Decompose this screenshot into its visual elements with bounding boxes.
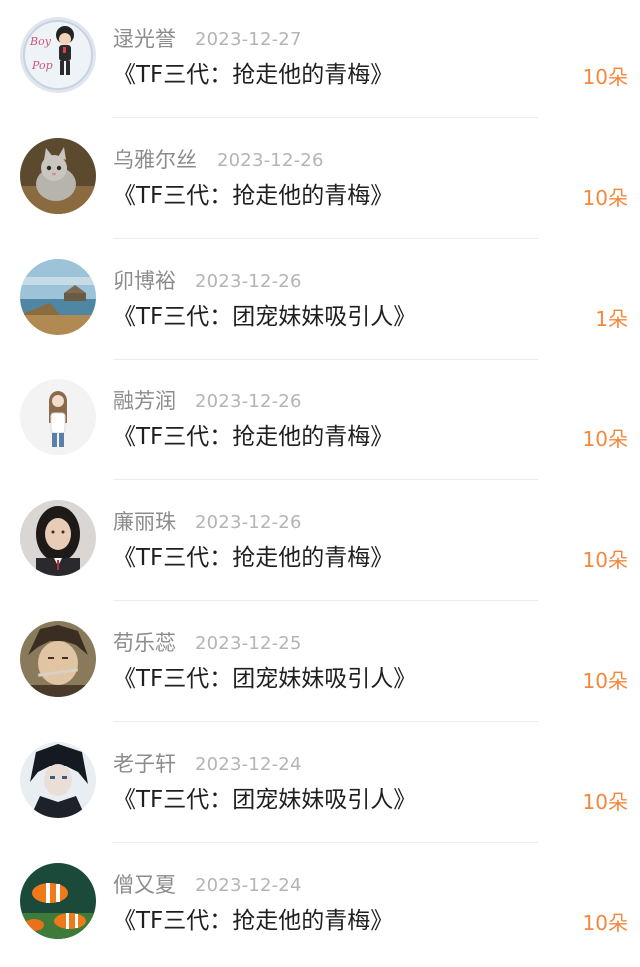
svg-text:Boy: Boy [29, 35, 52, 48]
divider [113, 359, 538, 360]
gift-date: 2023-12-26 [195, 391, 302, 412]
gift-date: 2023-12-26 [195, 512, 302, 533]
user-name[interactable]: 卯博裕 [113, 268, 176, 294]
list-item[interactable]: 老子轩 2023-12-24 《TF三代：团宠妹妹吸引人》 10朵 [0, 725, 640, 846]
divider [113, 600, 538, 601]
flower-count: 10朵 [582, 790, 628, 814]
user-name[interactable]: 老子轩 [113, 751, 176, 777]
gift-date: 2023-12-24 [195, 875, 302, 896]
user-name[interactable]: 僧又夏 [113, 872, 176, 898]
avatar-clownfish-icon[interactable] [20, 863, 96, 939]
gift-date: 2023-12-24 [195, 754, 302, 775]
flower-count: 10朵 [582, 548, 628, 572]
avatar-seascape-icon[interactable] [20, 259, 96, 335]
book-title[interactable]: 《TF三代：团宠妹妹吸引人》 [113, 664, 416, 694]
flower-count: 10朵 [582, 669, 628, 693]
avatar-dark-anime-icon[interactable] [20, 742, 96, 818]
flower-count: 10朵 [582, 911, 628, 935]
svg-text:Pop: Pop [31, 59, 53, 72]
gift-date: 2023-12-27 [195, 29, 302, 50]
divider [113, 842, 538, 843]
user-name[interactable]: 逯光誉 [113, 26, 176, 52]
book-title[interactable]: 《TF三代：团宠妹妹吸引人》 [113, 302, 416, 332]
book-title[interactable]: 《TF三代：团宠妹妹吸引人》 [113, 785, 416, 815]
divider [113, 238, 538, 239]
user-name[interactable]: 廉丽珠 [113, 509, 176, 535]
list-item[interactable]: 卯博裕 2023-12-26 《TF三代：团宠妹妹吸引人》 1朵 [0, 242, 640, 363]
list-item[interactable]: 苟乐蕊 2023-12-25 《TF三代：团宠妹妹吸引人》 10朵 [0, 604, 640, 725]
divider [113, 117, 538, 118]
divider [113, 721, 538, 722]
avatar-anime-boy-icon[interactable] [20, 621, 96, 697]
flower-count: 10朵 [582, 427, 628, 451]
user-name[interactable]: 融芳润 [113, 388, 176, 414]
flower-count: 10朵 [582, 65, 628, 89]
avatar-illustrated-girl-icon[interactable] [20, 379, 96, 455]
gift-date: 2023-12-26 [195, 271, 302, 292]
list-item[interactable]: 乌雅尔丝 2023-12-26 《TF三代：抢走他的青梅》 10朵 [0, 121, 640, 242]
flower-count: 1朵 [595, 307, 628, 331]
book-title[interactable]: 《TF三代：抢走他的青梅》 [113, 906, 393, 936]
book-title[interactable]: 《TF三代：抢走他的青梅》 [113, 422, 393, 452]
gift-date: 2023-12-25 [195, 633, 302, 654]
divider [113, 479, 538, 480]
flower-count: 10朵 [582, 186, 628, 210]
list-item[interactable]: Boy Pop 逯光誉 2023-12-27 《TF三代：抢走他的青梅》 10朵 [0, 0, 640, 121]
gift-record-list: Boy Pop 逯光誉 2023-12-27 《TF三代：抢走他的青梅》 10朵 [0, 0, 640, 952]
book-title[interactable]: 《TF三代：抢走他的青梅》 [113, 543, 393, 573]
user-name[interactable]: 苟乐蕊 [113, 630, 176, 656]
user-name[interactable]: 乌雅尔丝 [113, 147, 197, 173]
book-title[interactable]: 《TF三代：抢走他的青梅》 [113, 60, 393, 90]
book-title[interactable]: 《TF三代：抢走他的青梅》 [113, 181, 393, 211]
avatar-kitten-icon[interactable] [20, 138, 96, 214]
list-item[interactable]: 廉丽珠 2023-12-26 《TF三代：抢走他的青梅》 10朵 [0, 483, 640, 604]
list-item[interactable]: 僧又夏 2023-12-24 《TF三代：抢走他的青梅》 10朵 [0, 846, 640, 967]
avatar-girl-photo-icon[interactable] [20, 500, 96, 576]
gift-date: 2023-12-26 [217, 150, 324, 171]
avatar-boy-cartoon-icon[interactable]: Boy Pop [20, 17, 96, 93]
list-item[interactable]: 融芳润 2023-12-26 《TF三代：抢走他的青梅》 10朵 [0, 362, 640, 483]
